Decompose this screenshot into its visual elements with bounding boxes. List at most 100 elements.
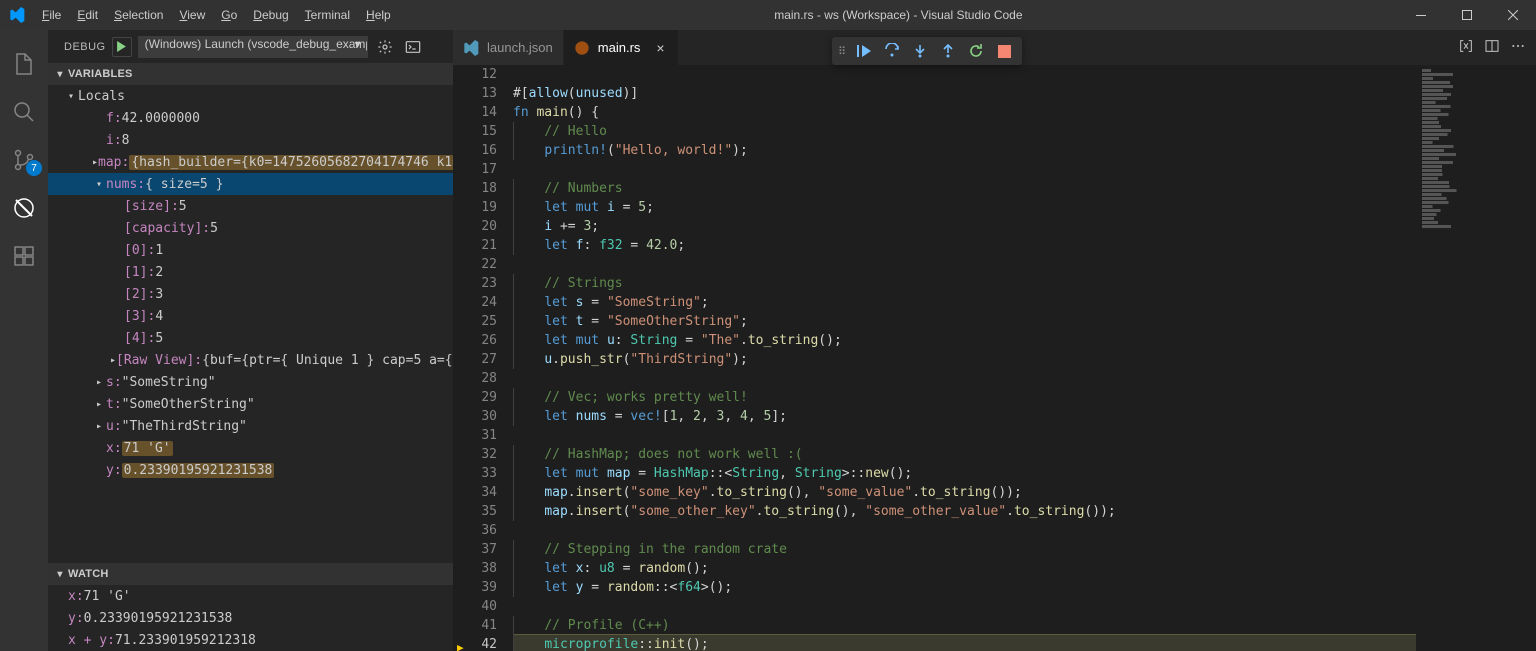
variable-row[interactable]: x: 71 'G'	[48, 437, 453, 459]
debug-icon[interactable]	[0, 184, 48, 232]
line-number[interactable]: 14	[453, 103, 497, 122]
variable-row[interactable]: [2]: 3	[48, 283, 453, 305]
line-number[interactable]: 40	[453, 597, 497, 616]
stop-button[interactable]	[992, 39, 1016, 63]
variable-row[interactable]: [capacity]: 5	[48, 217, 453, 239]
code-line[interactable]	[513, 521, 1416, 540]
variable-row[interactable]: [1]: 2	[48, 261, 453, 283]
code-line[interactable]: let t = "SomeOtherString";	[513, 312, 1416, 331]
code-line[interactable]: let mut map = HashMap::<String, String>:…	[513, 464, 1416, 483]
split-editor-icon[interactable]	[1484, 38, 1500, 57]
code-line[interactable]: i += 3;	[513, 217, 1416, 236]
variable-row[interactable]: [0]: 1	[48, 239, 453, 261]
line-number[interactable]: 37	[453, 540, 497, 559]
code-line[interactable]: let y = random::<f64>();	[513, 578, 1416, 597]
code-line[interactable]: // Profile (C++)	[513, 616, 1416, 635]
line-number[interactable]: ▶42	[453, 635, 497, 651]
drag-grip-icon[interactable]: ⠿	[838, 45, 846, 58]
locals-scope[interactable]: ▾Locals	[48, 85, 453, 107]
line-number[interactable]: 15	[453, 122, 497, 141]
debug-console-icon[interactable]	[402, 36, 424, 58]
maximize-button[interactable]	[1444, 0, 1490, 30]
code-line[interactable]: let nums = vec![1, 2, 3, 4, 5];	[513, 407, 1416, 426]
code-line[interactable]: #[allow(unused)]	[513, 84, 1416, 103]
code-line[interactable]: map.insert("some_key".to_string(), "some…	[513, 483, 1416, 502]
watch-header[interactable]: ▾WATCH	[48, 563, 453, 585]
restart-button[interactable]	[964, 39, 988, 63]
variables-header[interactable]: ▾VARIABLES	[48, 63, 453, 85]
code-line[interactable]	[513, 426, 1416, 445]
minimize-button[interactable]	[1398, 0, 1444, 30]
code-line[interactable]: // Hello	[513, 122, 1416, 141]
compare-icon[interactable]	[1458, 38, 1474, 57]
variable-row[interactable]: ▸s: "SomeString"	[48, 371, 453, 393]
line-number[interactable]: 24	[453, 293, 497, 312]
code-line[interactable]	[513, 65, 1416, 84]
code-line[interactable]: // Stepping in the random crate	[513, 540, 1416, 559]
line-number[interactable]: 12	[453, 65, 497, 84]
code-line[interactable]: map.insert("some_other_key".to_string(),…	[513, 502, 1416, 521]
variable-row[interactable]: ▸u: "TheThirdString"	[48, 415, 453, 437]
explorer-icon[interactable]	[0, 40, 48, 88]
line-number[interactable]: 29	[453, 388, 497, 407]
line-number[interactable]: 13	[453, 84, 497, 103]
line-number[interactable]: 36	[453, 521, 497, 540]
line-number[interactable]: 34	[453, 483, 497, 502]
watch-row[interactable]: y: 0.23390195921231538	[48, 607, 453, 629]
line-number[interactable]: 35	[453, 502, 497, 521]
line-number[interactable]: 39	[453, 578, 497, 597]
line-number[interactable]: 32	[453, 445, 497, 464]
code-line[interactable]: u.push_str("ThirdString");	[513, 350, 1416, 369]
variable-row[interactable]: [3]: 4	[48, 305, 453, 327]
line-number[interactable]: 27	[453, 350, 497, 369]
line-number[interactable]: 31	[453, 426, 497, 445]
start-debug-button[interactable]	[112, 37, 132, 57]
line-number[interactable]: 41	[453, 616, 497, 635]
menu-terminal[interactable]: Terminal	[297, 0, 358, 30]
menu-go[interactable]: Go	[213, 0, 245, 30]
line-number[interactable]: 33	[453, 464, 497, 483]
code-line[interactable]: let mut u: String = "The".to_string();	[513, 331, 1416, 350]
variable-row[interactable]: ▸t: "SomeOtherString"	[48, 393, 453, 415]
line-gutter[interactable]: 1213141516171819202122232425262728293031…	[453, 65, 513, 651]
menu-file[interactable]: File	[34, 0, 69, 30]
code-line[interactable]	[513, 160, 1416, 179]
close-button[interactable]	[1490, 0, 1536, 30]
code-line[interactable]: let s = "SomeString";	[513, 293, 1416, 312]
tab-launch-json[interactable]: launch.json	[453, 30, 564, 65]
code-line[interactable]: println!("Hello, world!");	[513, 141, 1416, 160]
step-into-button[interactable]	[908, 39, 932, 63]
watch-row[interactable]: x: 71 'G'	[48, 585, 453, 607]
variable-row[interactable]: [4]: 5	[48, 327, 453, 349]
menu-help[interactable]: Help	[358, 0, 399, 30]
line-number[interactable]: 26	[453, 331, 497, 350]
line-number[interactable]: 23	[453, 274, 497, 293]
menu-selection[interactable]: Selection	[106, 0, 171, 30]
variable-row[interactable]: y: 0.23390195921231538	[48, 459, 453, 481]
line-number[interactable]: 16	[453, 141, 497, 160]
menu-view[interactable]: View	[171, 0, 213, 30]
code-line[interactable]: // Numbers	[513, 179, 1416, 198]
variable-row[interactable]: f: 42.0000000	[48, 107, 453, 129]
line-number[interactable]: 25	[453, 312, 497, 331]
code-line[interactable]: let f: f32 = 42.0;	[513, 236, 1416, 255]
line-number[interactable]: 30	[453, 407, 497, 426]
close-tab-icon[interactable]: ×	[652, 40, 668, 56]
continue-button[interactable]	[852, 39, 876, 63]
code-line[interactable]: let mut i = 5;	[513, 198, 1416, 217]
line-number[interactable]: 21	[453, 236, 497, 255]
code-line[interactable]	[513, 255, 1416, 274]
variable-row[interactable]: ▸map: {hash_builder={k0=1475260568270417…	[48, 151, 453, 173]
variable-row[interactable]: [size]: 5	[48, 195, 453, 217]
step-over-button[interactable]	[880, 39, 904, 63]
line-number[interactable]: 28	[453, 369, 497, 388]
code-line[interactable]	[513, 369, 1416, 388]
step-out-button[interactable]	[936, 39, 960, 63]
menu-debug[interactable]: Debug	[245, 0, 296, 30]
variable-row[interactable]: ▾nums: { size=5 }	[48, 173, 453, 195]
gear-icon[interactable]	[374, 36, 396, 58]
extensions-icon[interactable]	[0, 232, 48, 280]
line-number[interactable]: 20	[453, 217, 497, 236]
debug-config-dropdown[interactable]: (Windows) Launch (vscode_debug_example)	[138, 36, 368, 58]
line-number[interactable]: 38	[453, 559, 497, 578]
